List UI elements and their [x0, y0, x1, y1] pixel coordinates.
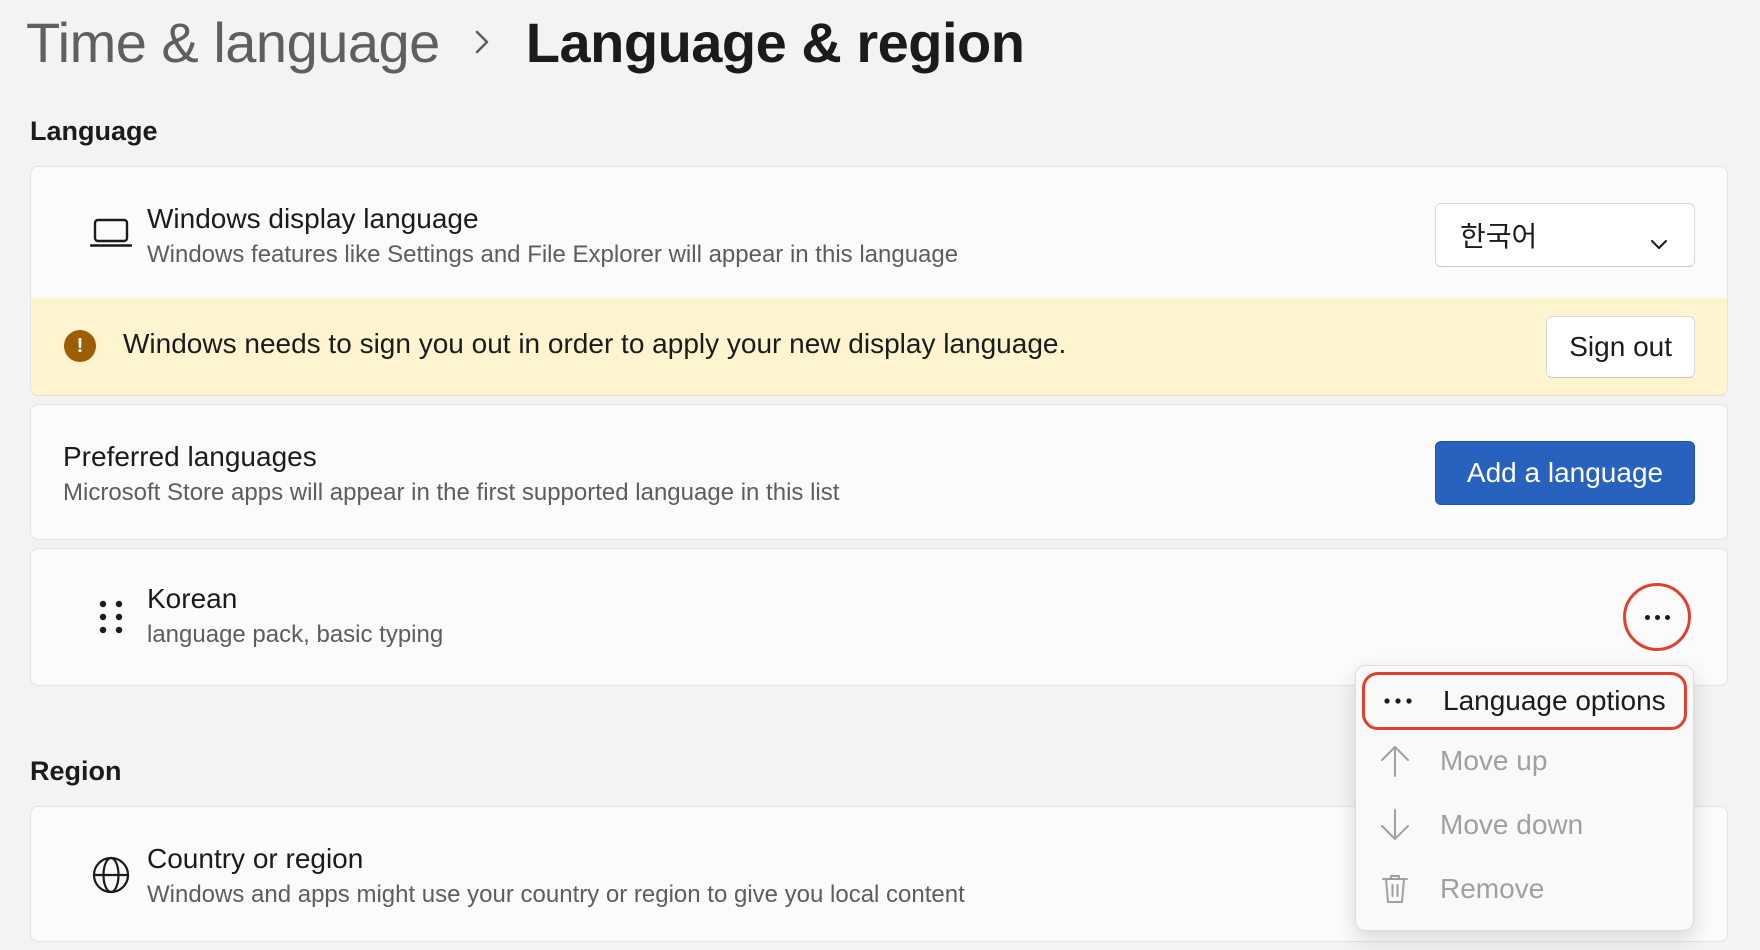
drag-handle-icon[interactable]	[61, 589, 161, 645]
breadcrumb-parent[interactable]: Time & language	[26, 10, 440, 75]
chevron-down-icon	[1650, 226, 1668, 258]
breadcrumb: Time & language Language & region	[26, 2, 1025, 82]
display-language-title: Windows display language	[147, 203, 479, 234]
region-section-title: Region	[30, 756, 122, 786]
more-icon	[1365, 698, 1431, 704]
trash-icon	[1362, 873, 1428, 905]
menu-item-remove[interactable]: Remove	[1362, 860, 1687, 918]
arrow-down-icon	[1362, 808, 1428, 842]
notice-text: Windows needs to sign you out in order t…	[123, 328, 1067, 359]
sign-out-notice: ! Windows needs to sign you out in order…	[30, 298, 1728, 396]
page-title: Language & region	[525, 10, 1025, 74]
language-name: Korean	[147, 583, 238, 614]
menu-item-label: Move down	[1440, 809, 1584, 840]
display-language-value: 한국어	[1460, 221, 1538, 252]
preferred-languages-subtitle: Microsoft Store apps will appear in the …	[63, 479, 840, 506]
menu-item-move-down[interactable]: Move down	[1362, 796, 1687, 854]
menu-item-language-options[interactable]: Language options	[1362, 672, 1687, 730]
settings-page: Time & language Language & region Langua…	[0, 0, 1760, 950]
menu-item-label: Language options	[1443, 685, 1666, 716]
display-language-card: Windows display language Windows feature…	[30, 166, 1728, 300]
chevron-right-icon	[474, 29, 490, 55]
preferred-languages-title: Preferred languages	[63, 441, 317, 472]
sign-out-button[interactable]: Sign out	[1546, 316, 1695, 378]
country-region-title: Country or region	[147, 843, 364, 874]
country-region-subtitle: Windows and apps might use your country …	[147, 881, 965, 908]
language-context-menu: Language options Move up Move down Remov…	[1355, 665, 1694, 931]
more-options-button[interactable]	[1623, 583, 1691, 651]
globe-icon	[61, 847, 161, 903]
menu-item-label: Remove	[1440, 873, 1545, 904]
menu-item-move-up[interactable]: Move up	[1362, 732, 1687, 790]
preferred-languages-card: Preferred languages Microsoft Store apps…	[30, 404, 1728, 540]
menu-item-label: Move up	[1440, 745, 1548, 776]
arrow-up-icon	[1362, 744, 1428, 778]
display-language-select[interactable]: 한국어	[1435, 203, 1695, 267]
add-language-button[interactable]: Add a language	[1435, 441, 1695, 505]
language-details: language pack, basic typing	[147, 621, 444, 648]
laptop-icon	[61, 205, 161, 261]
language-section-title: Language	[30, 116, 158, 146]
display-language-subtitle: Windows features like Settings and File …	[147, 241, 959, 268]
more-icon	[1644, 614, 1650, 620]
warning-icon: !	[64, 330, 96, 362]
